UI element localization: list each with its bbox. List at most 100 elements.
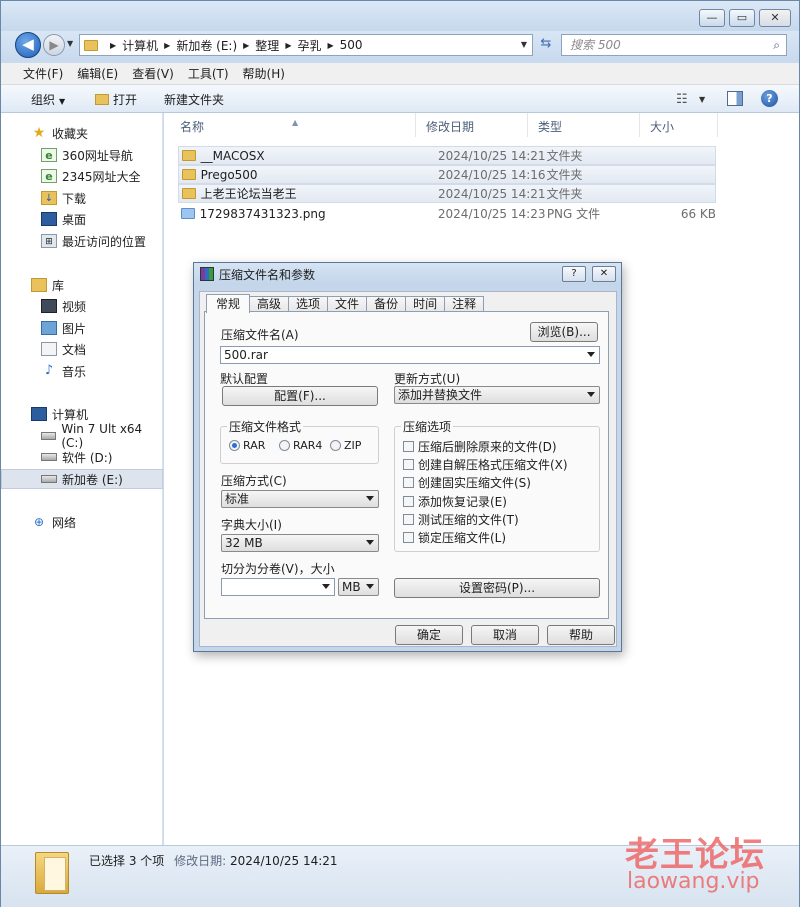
chevron-right-icon[interactable]: ▶ [110,41,116,50]
method-select[interactable]: 标准 [221,490,379,508]
breadcrumb-item[interactable]: 整理 [255,37,279,54]
breadcrumb-item[interactable]: 计算机 [122,37,158,54]
lock-archive-checkbox[interactable]: 锁定压缩文件(L) [403,529,506,546]
tab-general[interactable]: 常规 [206,294,251,313]
tab-time[interactable]: 时间 [405,296,446,312]
new-folder-button[interactable]: 新建文件夹 [164,91,224,108]
chevron-right-icon[interactable]: ▶ [243,41,249,50]
split-size-input[interactable] [221,578,335,596]
sfx-checkbox[interactable]: 创建自解压格式压缩文件(X) [403,456,568,473]
chevron-right-icon[interactable]: ▶ [164,41,170,50]
open-label: 打开 [113,93,138,107]
menu-file[interactable]: 文件(F) [23,63,63,84]
caret-down-icon[interactable] [587,392,595,397]
nav-item-videos[interactable]: 视频 [1,296,163,316]
back-button[interactable]: ◀ [15,32,41,58]
date-value: 2024/10/25 14:21 [229,854,338,868]
chevron-right-icon[interactable]: ▶ [285,41,291,50]
nav-drive-e[interactable]: 新加卷 (E:) [1,469,163,489]
search-icon[interactable]: ⌕ [773,35,780,55]
update-mode-label: 更新方式(U) [394,372,461,386]
nav-item-recent[interactable]: ⊞ 最近访问的位置 [1,231,163,251]
format-rar4-radio[interactable]: RAR4 [279,439,322,452]
tab-advanced[interactable]: 高级 [249,296,290,312]
test-files-checkbox[interactable]: 测试压缩的文件(T) [403,511,519,528]
caret-down-icon[interactable] [322,584,330,589]
caret-down-icon[interactable] [366,540,374,545]
profiles-button[interactable]: 配置(F)... [222,386,378,406]
nav-network[interactable]: ⊕ 网络 [1,512,163,532]
dialog-close-button[interactable]: ✕ [592,266,616,282]
menu-help[interactable]: 帮助(H) [243,63,285,84]
dictionary-select[interactable]: 32 MB [221,534,379,552]
nav-item-360[interactable]: e 360网址导航 [1,145,163,165]
recovery-record-checkbox[interactable]: 添加恢复记录(E) [403,493,507,510]
preview-pane-icon[interactable] [727,91,743,106]
tab-comment[interactable]: 注释 [444,296,485,312]
maximize-button[interactable]: ▭ [729,9,755,27]
browse-button[interactable]: 浏览(B)... [530,322,598,342]
history-dropdown-icon[interactable]: ▼ [67,39,73,48]
menu-bar: 文件(F) 编辑(E) 查看(V) 工具(T) 帮助(H) [1,63,799,85]
archive-name-input[interactable]: 500.rar [220,346,600,364]
close-button[interactable]: ✕ [759,9,791,27]
nav-label: 音乐 [62,364,87,379]
nav-libraries[interactable]: 库 [1,275,163,295]
nav-item-music[interactable]: ♪ 音乐 [1,361,163,381]
breadcrumb-item[interactable]: 500 [340,38,363,52]
nav-item-documents[interactable]: 文档 [1,339,163,359]
column-header-size[interactable]: 大小 [640,113,718,137]
help-icon[interactable]: ? [761,90,778,107]
menu-tools[interactable]: 工具(T) [188,63,229,84]
file-row[interactable]: 上老王论坛当老王 2024/10/25 14:21 文件夹 [178,184,716,203]
open-button[interactable]: 打开 [95,91,137,108]
nav-item-desktop[interactable]: 桌面 [1,209,163,229]
update-mode-select[interactable]: 添加并替换文件 [394,386,600,404]
checkbox-label: 创建自解压格式压缩文件(X) [418,458,568,472]
refresh-icon[interactable]: ⇆ [536,34,556,56]
split-unit-select[interactable]: MB [338,578,379,596]
solid-checkbox[interactable]: 创建固实压缩文件(S) [403,474,531,491]
help-button[interactable]: 帮助 [547,625,615,645]
column-header-date[interactable]: 修改日期 [416,113,528,137]
nav-item-pictures[interactable]: 图片 [1,318,163,338]
cancel-button[interactable]: 取消 [471,625,539,645]
format-zip-radio[interactable]: ZIP [330,439,361,452]
tab-backup[interactable]: 备份 [366,296,407,312]
dialog-help-button[interactable]: ? [562,266,586,282]
menu-edit[interactable]: 编辑(E) [77,63,118,84]
organize-button[interactable]: 组织 ▼ [31,91,65,108]
view-options-icon[interactable]: ☷ [676,92,688,107]
set-password-button[interactable]: 设置密码(P)... [394,578,600,598]
forward-button[interactable]: ▶ [43,34,65,56]
delete-after-checkbox[interactable]: 压缩后删除原来的文件(D) [403,438,557,455]
minimize-button[interactable]: — [699,9,725,27]
nav-item-2345[interactable]: e 2345网址大全 [1,166,163,186]
breadcrumb-item[interactable]: 孕乳 [297,37,321,54]
breadcrumb-item[interactable]: 新加卷 (E:) [176,37,237,54]
caret-down-icon[interactable] [366,584,374,589]
menu-view[interactable]: 查看(V) [132,63,174,84]
column-header-name[interactable]: ▲ 名称 [164,113,416,137]
caret-down-icon[interactable]: ▼ [699,95,705,104]
tab-files[interactable]: 文件 [327,296,368,312]
ok-button[interactable]: 确定 [395,625,463,645]
chevron-down-icon[interactable]: ▼ [521,40,527,49]
address-bar[interactable]: ▶ 计算机 ▶ 新加卷 (E:) ▶ 整理 ▶ 孕乳 ▶ 500 ▼ [79,34,533,56]
nav-item-downloads[interactable]: ↓ 下载 [1,188,163,208]
chevron-right-icon[interactable]: ▶ [327,41,333,50]
search-input[interactable]: 搜索 500 ⌕ [561,34,787,56]
file-row[interactable]: __MACOSX 2024/10/25 14:21 文件夹 [178,146,716,165]
file-row[interactable]: 1729837431323.png 2024/10/25 14:23 PNG 文… [178,204,716,223]
caret-down-icon[interactable] [587,352,595,357]
tab-options[interactable]: 选项 [288,296,329,312]
column-header-type[interactable]: 类型 [528,113,640,137]
file-row[interactable]: Prego500 2024/10/25 14:16 文件夹 [178,165,716,184]
nav-drive-d[interactable]: 软件 (D:) [1,447,163,467]
caret-down-icon[interactable] [366,496,374,501]
nav-drive-c[interactable]: Win 7 Ult x64 (C:) [1,422,163,450]
nav-computer[interactable]: 计算机 [1,404,163,424]
nav-label: 图片 [62,321,87,336]
format-rar-radio[interactable]: RAR [229,439,265,452]
nav-favorites[interactable]: ★ 收藏夹 [1,123,163,143]
